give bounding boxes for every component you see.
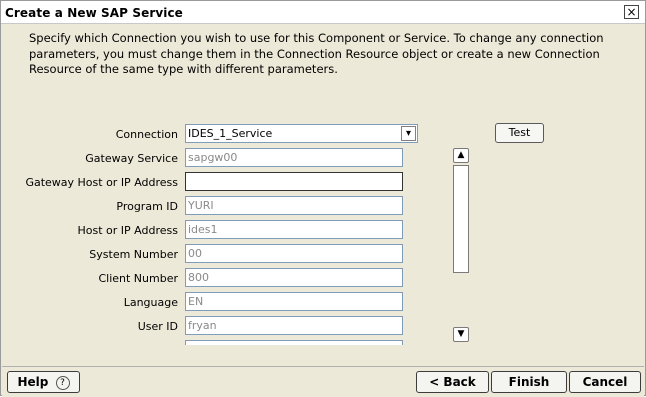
close-button[interactable]: ×	[624, 5, 639, 19]
test-button[interactable]: Test	[495, 123, 544, 143]
cancel-button[interactable]: Cancel	[569, 371, 641, 393]
scroll-up-button[interactable]: ▲	[453, 148, 469, 163]
chevron-up-icon: ▲	[457, 150, 465, 160]
system-number-field[interactable]: 00	[185, 244, 403, 263]
language-label: Language	[123, 296, 178, 309]
gateway-host-field[interactable]	[185, 172, 403, 191]
window-title: Create a New SAP Service	[5, 6, 183, 20]
sap-service-dialog: Create a New SAP Service × Specify which…	[0, 0, 646, 397]
system-number-label: System Number	[89, 248, 178, 261]
client-number-label: Client Number	[98, 272, 178, 285]
gateway-host-label: Gateway Host or IP Address	[25, 176, 178, 189]
user-id-field[interactable]: fryan	[185, 316, 403, 335]
chevron-down-icon[interactable]: ▾	[401, 126, 416, 141]
dialog-body: Specify which Connection you wish to use…	[2, 24, 644, 366]
gateway-service-field[interactable]: sapgw00	[185, 148, 403, 167]
scroll-thumb[interactable]	[453, 165, 469, 273]
finish-button[interactable]: Finish	[491, 371, 567, 393]
user-id-label: User ID	[137, 320, 178, 333]
connection-select[interactable]: IDES_1_Service ▾	[185, 124, 418, 143]
program-id-field[interactable]: YURI	[185, 196, 403, 215]
scroll-down-button[interactable]: ▼	[453, 327, 469, 342]
host-address-field[interactable]: ides1	[185, 220, 403, 239]
client-number-field[interactable]: 800	[185, 268, 403, 287]
title-bar: Create a New SAP Service ×	[1, 1, 645, 24]
help-button[interactable]: Help ?	[7, 371, 80, 393]
language-field[interactable]: EN	[185, 292, 403, 311]
help-label: Help	[17, 375, 49, 389]
connection-label: Connection	[115, 128, 178, 141]
next-field-edge	[185, 340, 403, 345]
footer-bar: Help ? < Back Finish Cancel	[2, 366, 644, 397]
host-address-label: Host or IP Address	[77, 224, 178, 237]
chevron-down-icon: ▼	[457, 329, 465, 339]
instructions-text: Specify which Connection you wish to use…	[29, 31, 604, 76]
connection-value: IDES_1_Service	[188, 127, 273, 140]
program-id-label: Program ID	[116, 200, 178, 213]
close-icon: ×	[626, 5, 637, 19]
back-button[interactable]: < Back	[416, 371, 489, 393]
gateway-service-label: Gateway Service	[85, 152, 178, 165]
help-icon: ?	[55, 375, 70, 390]
form-scrollbar[interactable]: ▲ ▼	[453, 148, 469, 342]
